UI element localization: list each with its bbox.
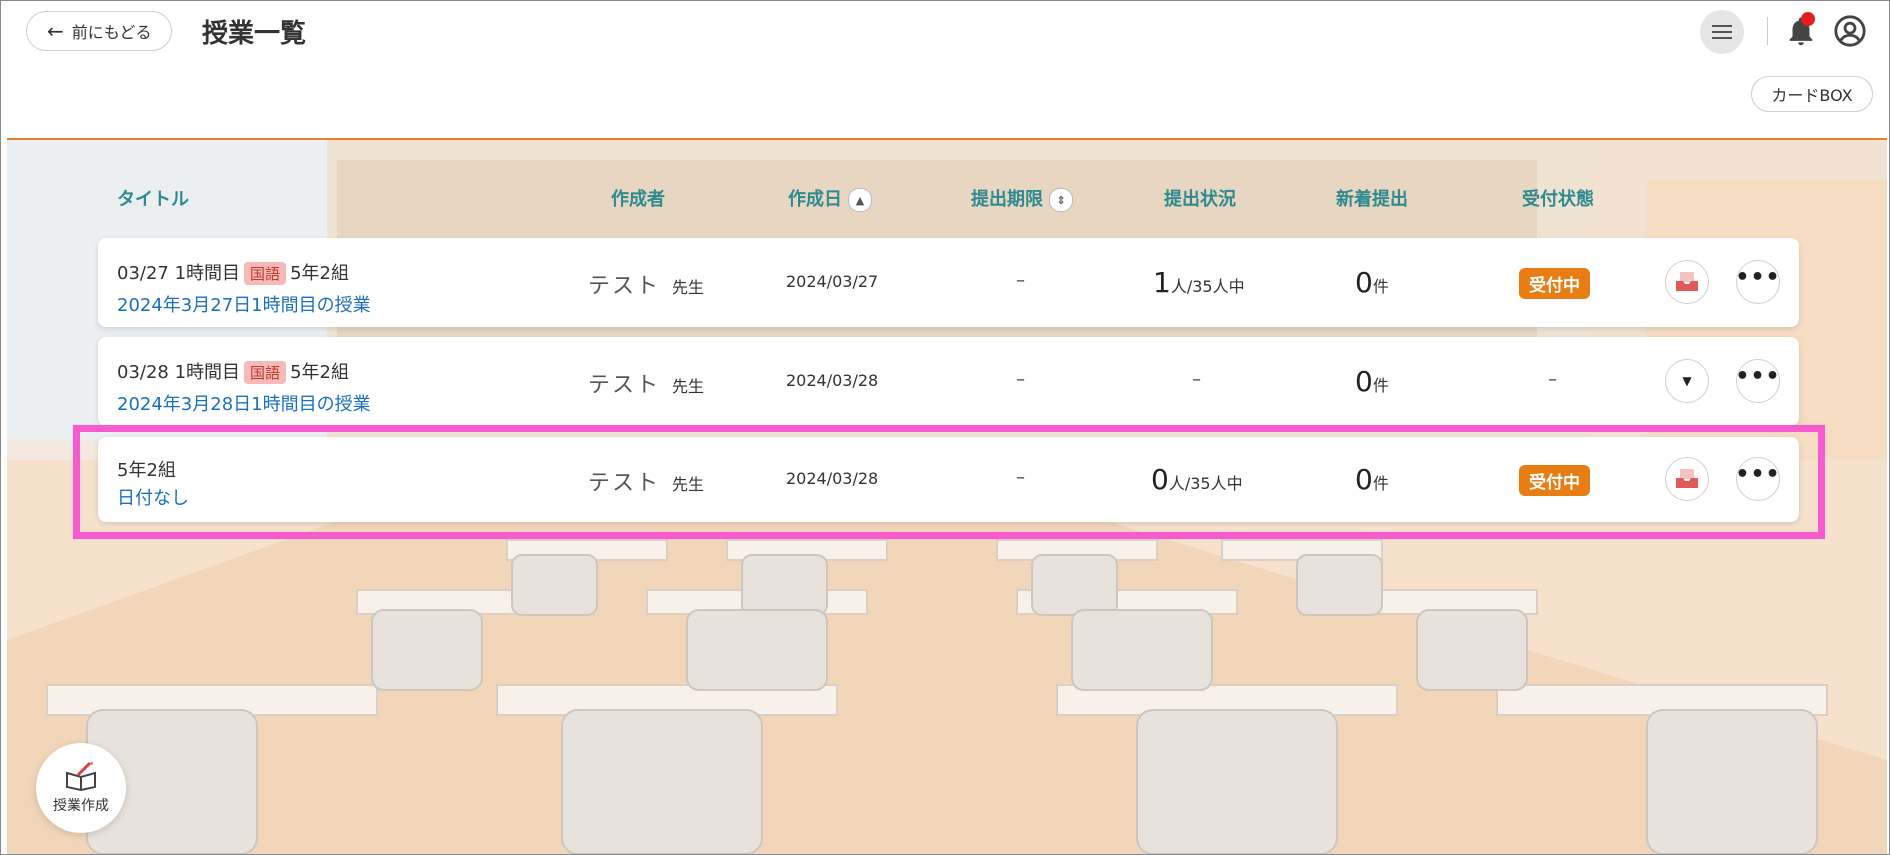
column-header-author: 作成者 [611, 189, 665, 210]
submission-status: 1人/35人中 [1153, 266, 1245, 299]
subject-tag: 国語 [244, 361, 287, 384]
column-header-created-label: 作成日 [788, 189, 842, 210]
reception-status: – [1548, 369, 1557, 390]
deadline-value: – [1016, 270, 1025, 291]
table-row[interactable]: 03/28 1時間目 国語 5年2組 2024年3月28日1時間目の授業 テスト 先生… [98, 337, 1799, 426]
column-header-submission-status: 提出状況 [1164, 189, 1236, 210]
lesson-meta: 03/28 1時間目 国語 5年2組 [117, 358, 349, 384]
author: テスト 先生 [588, 367, 704, 399]
reception-status: 受付中 [1519, 268, 1590, 299]
create-lesson-label: 授業作成 [53, 798, 109, 814]
class-name: 5年2組 [290, 362, 349, 383]
row-highlight [73, 425, 1825, 539]
author-suffix: 先生 [672, 278, 705, 297]
inbox-tray-icon [1676, 272, 1698, 291]
inbox-button[interactable] [1665, 260, 1709, 304]
class-name: 5年2組 [290, 263, 349, 284]
more-horizontal-icon: ••• [1735, 364, 1781, 389]
lesson-date-period: 03/28 1時間目 [117, 362, 241, 383]
author: テスト 先生 [588, 268, 704, 300]
more-options-button[interactable]: ••• [1735, 359, 1781, 403]
submitted-count: 1 [1153, 266, 1171, 299]
back-button-label: 前にもどる [71, 23, 152, 42]
more-horizontal-icon: ••• [1735, 265, 1781, 290]
header-divider [1767, 17, 1768, 45]
arrow-left-icon: ← [47, 19, 64, 43]
author-name: テスト [588, 373, 661, 398]
submission-status: – [1192, 369, 1201, 390]
column-header-reception-status: 受付状態 [1522, 189, 1594, 210]
sort-toggle-icon[interactable]: ⇕ [1049, 188, 1073, 212]
column-header-deadline-label: 提出期限 [971, 189, 1043, 210]
new-unit: 件 [1372, 277, 1389, 296]
hamburger-menu-icon [1712, 31, 1732, 33]
sort-ascending-icon[interactable]: ▲ [848, 188, 872, 212]
chevron-down-icon: ▼ [1682, 374, 1692, 388]
author-name: テスト [588, 274, 661, 299]
lesson-date-period: 03/27 1時間目 [117, 263, 241, 284]
book-pencil-icon [66, 761, 96, 791]
table-row[interactable]: 03/27 1時間目 国語 5年2組 2024年3月27日1時間目の授業 テスト 先生… [98, 238, 1799, 327]
user-circle-icon[interactable] [1833, 14, 1867, 48]
column-header-deadline[interactable]: 提出期限 ⇕ [971, 185, 1073, 212]
page-title: 授業一覧 [202, 19, 307, 49]
back-button[interactable]: ← 前にもどる [26, 11, 172, 51]
lesson-title-link[interactable]: 2024年3月27日1時間目の授業 [117, 291, 371, 317]
created-date: 2024/03/28 [786, 371, 879, 390]
new-submissions: 0件 [1355, 365, 1389, 398]
menu-button[interactable] [1700, 10, 1744, 54]
header-separator [7, 138, 1887, 140]
column-header-title: タイトル [117, 189, 189, 210]
more-options-button[interactable]: ••• [1735, 260, 1781, 304]
created-date: 2024/03/27 [786, 272, 879, 291]
card-box-button[interactable]: カードBOX [1751, 76, 1873, 112]
expand-button[interactable]: ▼ [1665, 359, 1709, 403]
author-suffix: 先生 [672, 377, 705, 396]
notification-badge [1801, 12, 1815, 26]
lesson-meta: 03/27 1時間目 国語 5年2組 [117, 259, 349, 285]
column-header-new-submissions: 新着提出 [1336, 189, 1408, 210]
lesson-title-link[interactable]: 2024年3月28日1時間目の授業 [117, 390, 371, 416]
status-badge: 受付中 [1519, 268, 1590, 299]
new-submissions: 0件 [1355, 266, 1389, 299]
subject-tag: 国語 [244, 262, 287, 285]
deadline-value: – [1016, 369, 1025, 390]
new-count: 0 [1355, 365, 1373, 398]
new-count: 0 [1355, 266, 1373, 299]
app-window: ← 前にもどる 授業一覧 カードBOX タイトル 作成者 作成日 ▲ 提出期限 ⇕ … [0, 0, 1890, 855]
column-header-created[interactable]: 作成日 ▲ [788, 185, 872, 212]
create-lesson-button[interactable]: 授業作成 [36, 743, 126, 833]
submitted-of-total: 人/35人中 [1170, 277, 1245, 296]
new-unit: 件 [1372, 376, 1389, 395]
